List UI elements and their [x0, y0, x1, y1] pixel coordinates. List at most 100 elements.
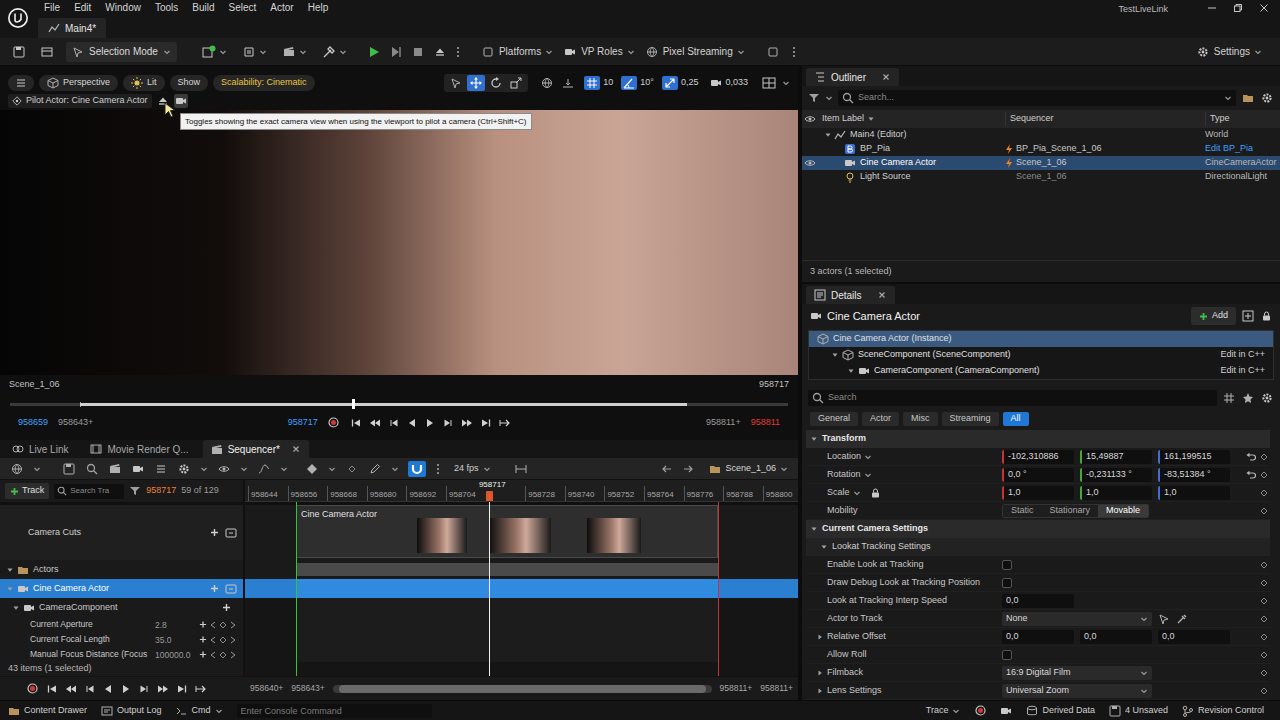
filter-icon[interactable] — [808, 93, 820, 103]
component-row[interactable]: CameraComponent (CameraComponent)Edit in… — [809, 363, 1273, 379]
previous-key-icon[interactable] — [210, 621, 216, 629]
content-browser-icon[interactable] — [38, 46, 56, 58]
add-keyframe-icon[interactable] — [1260, 579, 1268, 587]
property-row[interactable]: Filmback16:9 Digital Film — [806, 664, 1270, 682]
add-key-icon[interactable] — [199, 620, 207, 629]
menu-item[interactable]: File — [44, 3, 60, 13]
status-label[interactable]: Content Drawer — [24, 704, 87, 718]
pick-actor-icon[interactable] — [1158, 613, 1170, 625]
item-label[interactable]: BP_Pia — [860, 142, 890, 156]
add-actor-icon[interactable] — [201, 45, 217, 59]
filter-label[interactable]: Misc — [911, 412, 930, 426]
section-label[interactable]: Transform — [822, 432, 866, 446]
component-label[interactable]: CameraComponent (CameraComponent) — [874, 364, 1040, 378]
value-field[interactable]: -83,51384 ° — [1158, 468, 1230, 482]
track-tree-item[interactable]: Actors — [0, 560, 243, 579]
property-row[interactable]: Relative Offset0,00,00,0 — [806, 628, 1270, 646]
field-value[interactable]: 1,0 — [1004, 486, 1021, 500]
previous-key-icon[interactable] — [368, 418, 382, 428]
favorites-icon[interactable] — [1241, 392, 1255, 404]
track-tree-item[interactable]: Camera Cuts — [0, 505, 243, 560]
unsaved-button[interactable]: 4 Unsaved — [1109, 704, 1168, 718]
play-icon[interactable] — [424, 418, 436, 428]
close-window-icon[interactable] — [1258, 3, 1270, 13]
record-icon[interactable] — [26, 683, 38, 694]
panel-tab-label[interactable]: Movie Render Q... — [107, 442, 188, 457]
scalability-label[interactable]: Scalability: Cinematic — [221, 76, 307, 90]
dropdown[interactable]: None — [1002, 612, 1152, 626]
menu-item[interactable]: Select — [229, 3, 257, 13]
view-mode-label[interactable]: Lit — [147, 76, 157, 90]
add-keyframe-icon[interactable] — [1260, 669, 1268, 677]
viewport-layout-icon[interactable] — [761, 77, 777, 89]
column-label[interactable]: Type — [1210, 112, 1230, 126]
add-keyframe-icon[interactable] — [1260, 651, 1268, 659]
next-key-icon[interactable] — [156, 684, 170, 694]
blueprint-icon[interactable] — [1241, 310, 1255, 322]
trace-label[interactable]: Trace — [926, 704, 949, 718]
jump-to-start-icon[interactable] — [350, 418, 362, 428]
add-icon[interactable] — [221, 603, 231, 612]
section-label[interactable]: Lookat Tracking Settings — [832, 540, 931, 554]
forward-icon[interactable] — [682, 465, 694, 473]
save-icon[interactable] — [10, 46, 28, 58]
panel-tab[interactable]: Live Link — [4, 440, 76, 458]
dropdown-value[interactable]: None — [1006, 612, 1028, 626]
value-field[interactable]: -0,231133 ° — [1080, 468, 1152, 482]
derived-data-button[interactable]: Derived Data — [1026, 704, 1095, 718]
group-header[interactable]: Lookat Tracking Settings — [806, 538, 1270, 556]
toolbar-menu-label[interactable]: Pixel Streaming — [663, 44, 733, 59]
add-track-label[interactable]: Track — [22, 484, 44, 498]
more-icon[interactable] — [791, 46, 797, 58]
minimize-icon[interactable] — [1206, 3, 1218, 13]
key-icon[interactable] — [219, 651, 227, 659]
eyedropper-icon[interactable] — [1176, 613, 1188, 625]
segment-label[interactable]: Movable — [1106, 504, 1140, 518]
expanded-triangle-icon[interactable] — [810, 525, 818, 533]
reset-to-default-icon[interactable] — [1246, 452, 1256, 462]
details-tab[interactable]: Details — [806, 286, 895, 304]
filter-icon[interactable] — [129, 486, 141, 496]
track-row[interactable]: Manual Focus Distance (Focus100000.0 — [0, 647, 798, 662]
field-value[interactable]: 1,0 — [1160, 486, 1177, 500]
item-label[interactable]: Light Source — [860, 170, 911, 184]
component-row[interactable]: SceneComponent (SceneComponent)Edit in C… — [809, 347, 1273, 363]
toolbar-menu[interactable]: VP Roles — [563, 44, 635, 59]
field-value[interactable]: 0,0 — [1002, 594, 1019, 608]
section-label[interactable]: Current Camera Settings — [822, 522, 928, 536]
checkbox[interactable] — [1002, 560, 1012, 570]
filter-label[interactable]: All — [1011, 412, 1021, 426]
jump-to-end-icon[interactable] — [480, 418, 492, 428]
previous-key-icon[interactable] — [210, 636, 216, 644]
panel-tab[interactable]: Movie Render Q... — [82, 440, 196, 458]
add-keyframe-icon[interactable] — [1260, 471, 1268, 479]
settings-button[interactable]: Settings — [1196, 44, 1270, 59]
cmd-label[interactable]: Cmd — [192, 704, 211, 718]
step-forward-icon[interactable] — [138, 684, 150, 694]
play-icon[interactable] — [120, 684, 132, 694]
previous-key-icon[interactable] — [64, 684, 78, 694]
step-back-icon[interactable] — [388, 418, 400, 428]
loop-icon[interactable] — [498, 418, 512, 428]
menu-item[interactable]: Actor — [270, 3, 293, 13]
filter-tab[interactable]: General — [810, 412, 858, 426]
panel-tab[interactable]: Sequencer* — [203, 440, 309, 458]
item-type[interactable]: Edit BP_Pia — [1205, 142, 1253, 156]
transform-tool[interactable] — [507, 75, 525, 91]
unsaved-label[interactable]: 4 Unsaved — [1125, 704, 1168, 718]
status-button[interactable]: Output Log — [101, 704, 162, 718]
field-value[interactable]: 1,0 — [1082, 486, 1099, 500]
track-row[interactable]: Actors — [0, 560, 798, 579]
collapsed-triangle-icon[interactable] — [816, 687, 824, 695]
field-value[interactable]: -83,51384 ° — [1160, 468, 1211, 482]
playback-range-icon[interactable] — [514, 463, 528, 475]
close-icon[interactable] — [291, 445, 301, 453]
sequence-breadcrumb[interactable]: Scene_1_06 — [709, 462, 788, 476]
expanded-triangle-icon[interactable] — [810, 435, 818, 443]
world-icon[interactable] — [10, 463, 24, 475]
expanded-triangle-icon[interactable] — [6, 566, 14, 574]
eject-icon[interactable] — [433, 47, 447, 57]
eye-icon[interactable] — [804, 159, 816, 167]
lock-icon[interactable] — [1260, 311, 1272, 321]
value-field[interactable]: -102,310886 — [1002, 450, 1074, 464]
